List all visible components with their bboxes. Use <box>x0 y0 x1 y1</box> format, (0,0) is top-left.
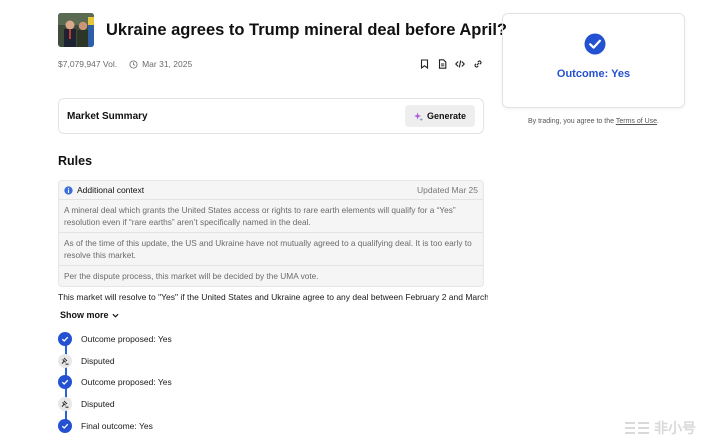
market-date-text: Mar 31, 2025 <box>142 59 193 69</box>
volume-text: $7,079,947 Vol. <box>58 59 118 69</box>
terms-suffix: . <box>657 118 659 125</box>
market-summary-card: Market Summary Generate <box>58 98 484 134</box>
outcome-label: Outcome: Yes <box>556 68 631 80</box>
context-updated: Updated Mar 25 <box>417 185 478 195</box>
terms-prefix: By trading, you agree to the <box>527 118 616 125</box>
timeline-label: Outcome proposed: Yes <box>81 333 172 344</box>
check-circle-icon <box>584 33 606 60</box>
timeline-label: Outcome proposed: Yes <box>81 377 172 388</box>
terms-of-use-link[interactable]: Terms of Use <box>616 118 657 125</box>
timeline-label: Disputed <box>81 398 115 409</box>
document-icon[interactable] <box>437 59 447 69</box>
context-paragraph: As of the time of this update, the US an… <box>59 232 483 265</box>
gavel-icon <box>58 396 72 411</box>
market-thumbnail <box>58 13 94 47</box>
check-icon <box>58 418 72 433</box>
link-icon[interactable] <box>473 59 483 69</box>
additional-context-box: Additional context Updated Mar 25 A mine… <box>58 180 484 287</box>
gavel-icon <box>58 353 72 368</box>
resolution-timeline: Outcome proposed: Yes Disputed Outcome p… <box>58 328 358 436</box>
outcome-card: Outcome: Yes <box>502 13 685 108</box>
terms-notice: By trading, you agree to the Terms of Us… <box>502 118 685 125</box>
timeline-item: Disputed <box>58 393 358 415</box>
market-summary-label: Market Summary <box>67 110 148 122</box>
sparkle-icon <box>413 111 423 121</box>
generate-button[interactable]: Generate <box>404 105 475 127</box>
info-icon <box>64 185 73 195</box>
check-icon <box>58 331 72 346</box>
embed-code-icon[interactable] <box>455 59 465 69</box>
bookmark-icon[interactable] <box>419 59 429 69</box>
context-title: Additional context <box>77 185 145 195</box>
timeline-label: Final outcome: Yes <box>81 420 153 431</box>
context-paragraph: Per the dispute process, this market wil… <box>59 265 483 286</box>
generate-label: Generate <box>426 111 466 121</box>
watermark-logo-icon <box>625 422 649 434</box>
rules-heading: Rules <box>58 154 93 168</box>
market-meta: $7,079,947 Vol. Mar 31, 2025 <box>58 57 483 71</box>
timeline-item: Disputed <box>58 350 358 372</box>
context-paragraph: A mineral deal which grants the United S… <box>59 199 483 232</box>
show-more-button[interactable]: Show more <box>60 310 119 320</box>
watermark-text: 非小号 <box>654 420 696 436</box>
watermark: 非小号 <box>624 418 696 438</box>
rules-description: This market will resolve to "Yes" if the… <box>58 292 488 302</box>
clock-icon <box>129 59 138 69</box>
market-header: Ukraine agrees to Trump mineral deal bef… <box>58 12 507 48</box>
chevron-down-icon <box>111 313 119 318</box>
check-icon <box>58 375 72 390</box>
market-title: Ukraine agrees to Trump mineral deal bef… <box>106 20 508 39</box>
context-header: Additional context Updated Mar 25 <box>59 181 483 199</box>
timeline-item: Outcome proposed: Yes <box>58 328 358 350</box>
show-more-label: Show more <box>60 310 109 320</box>
market-date: Mar 31, 2025 <box>129 59 192 69</box>
timeline-label: Disputed <box>81 355 115 366</box>
market-toolbar <box>419 59 483 69</box>
timeline-item: Final outcome: Yes <box>58 415 358 437</box>
timeline-item: Outcome proposed: Yes <box>58 371 358 393</box>
